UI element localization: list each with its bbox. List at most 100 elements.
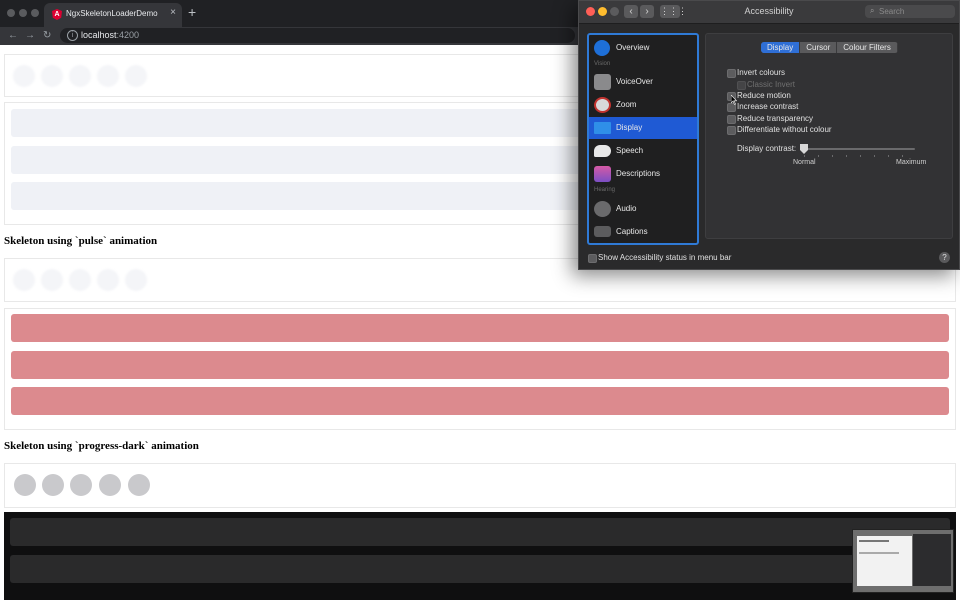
mouse-cursor-icon <box>731 95 737 105</box>
skeleton-circle <box>97 65 119 87</box>
window-close-button[interactable] <box>7 9 15 17</box>
sidebar-item-label: Speech <box>616 146 644 155</box>
pulse-skeleton-line <box>11 387 949 415</box>
skeleton-circle <box>14 474 36 496</box>
sidebar-section-hearing: Hearing <box>594 187 616 193</box>
thumbnail-line <box>859 552 899 554</box>
option-label: Classic Invert <box>747 80 796 89</box>
voiceover-icon <box>594 74 611 90</box>
sidebar-item-voiceover[interactable]: VoiceOver <box>589 71 697 93</box>
dark-skeleton-line <box>10 518 950 546</box>
skeleton-circle <box>13 65 35 87</box>
accessibility-window: ‹ › ⋮⋮⋮ Accessibility ⌕ Search Overview … <box>578 0 960 270</box>
pulse-lines-card <box>4 308 956 430</box>
pulse-skeleton-line <box>11 351 949 379</box>
slider-tick <box>888 155 889 157</box>
option-label: Increase contrast <box>737 102 799 111</box>
reload-icon[interactable]: ↻ <box>43 29 51 43</box>
help-button[interactable]: ? <box>939 252 950 263</box>
option-label: Show Accessibility status in menu bar <box>598 253 732 262</box>
speech-bubble-icon <box>594 145 611 157</box>
slider-max-label: Maximum <box>896 159 927 166</box>
invert-colours-checkbox[interactable] <box>727 69 736 78</box>
accessibility-person-icon <box>594 40 610 56</box>
tab-cursor[interactable]: Cursor <box>800 42 838 53</box>
descriptions-icon <box>594 166 611 182</box>
slider-tick <box>874 155 875 157</box>
sidebar-item-label: Overview <box>616 43 650 52</box>
classic-invert-checkbox <box>737 81 746 90</box>
differentiate-without-colour-checkbox[interactable] <box>727 126 736 135</box>
progress-dark-circles-card <box>4 463 956 508</box>
angular-icon: A <box>52 9 62 20</box>
address-bar[interactable]: i localhost:4200 <box>60 28 575 43</box>
search-placeholder: Search <box>879 7 905 16</box>
display-contrast-label: Display contrast: <box>737 144 797 153</box>
sidebar-item-label: Zoom <box>616 100 637 109</box>
thumbnail-page <box>857 536 912 586</box>
sidebar-item-overview[interactable]: Overview <box>589 37 697 59</box>
thumbnail-window <box>913 534 951 586</box>
tab-colour-filters[interactable]: Colour Filters <box>837 42 898 53</box>
info-icon[interactable]: i <box>67 30 78 41</box>
slider-tick <box>860 155 861 157</box>
slider-tick <box>846 155 847 157</box>
progress-dark-lines-card <box>4 512 956 600</box>
sidebar-item-label: Captions <box>616 227 648 236</box>
display-contrast-slider-thumb[interactable] <box>800 144 808 154</box>
screen-recording-thumbnail[interactable] <box>852 529 954 593</box>
slider-tick <box>804 155 805 157</box>
skeleton-circle <box>97 269 119 291</box>
option-label: Invert colours <box>737 68 786 77</box>
skeleton-circle <box>125 65 147 87</box>
sidebar-item-audio[interactable]: Audio <box>589 198 697 220</box>
thumbnail-line <box>859 540 889 542</box>
slider-tick <box>902 155 903 157</box>
sidebar-item-label: VoiceOver <box>616 77 653 86</box>
skeleton-circle <box>69 65 91 87</box>
skeleton-circle <box>128 474 150 496</box>
sidebar-item-descriptions[interactable]: Descriptions <box>589 163 697 185</box>
menu-bar-status-checkbox[interactable] <box>588 254 597 263</box>
forward-arrow-icon[interactable]: → <box>25 29 35 43</box>
section-heading-pulse: Skeleton using `pulse` animation <box>4 235 158 247</box>
sidebar-item-label: Display <box>616 123 643 132</box>
option-label: Reduce transparency <box>737 114 814 123</box>
sidebar-item-speech[interactable]: Speech <box>589 140 697 162</box>
close-tab-icon[interactable]: × <box>170 7 176 18</box>
search-icon: ⌕ <box>870 6 875 15</box>
display-settings-panel: Display Cursor Colour Filters Invert col… <box>705 33 953 239</box>
dark-skeleton-line <box>10 555 950 583</box>
skeleton-circle <box>125 269 147 291</box>
skeleton-circle <box>69 269 91 291</box>
slider-tick <box>832 155 833 157</box>
new-tab-icon[interactable]: + <box>188 5 196 19</box>
option-label: Reduce motion <box>737 91 791 100</box>
skeleton-circle <box>13 269 35 291</box>
skeleton-circle <box>99 474 121 496</box>
sidebar-item-zoom[interactable]: Zoom <box>589 94 697 116</box>
slider-tick <box>818 155 819 157</box>
reduce-transparency-checkbox[interactable] <box>727 115 736 124</box>
sidebar-section-vision: Vision <box>594 61 611 67</box>
sidebar-item-label: Audio <box>616 204 637 213</box>
accessibility-titlebar: ‹ › ⋮⋮⋮ Accessibility ⌕ Search <box>579 1 959 24</box>
zoom-magnifier-icon <box>594 97 611 113</box>
display-contrast-slider[interactable] <box>802 148 915 150</box>
window-minimize-button[interactable] <box>19 9 27 17</box>
skeleton-circle <box>42 474 64 496</box>
back-arrow-icon[interactable]: ← <box>8 29 18 43</box>
accessibility-sidebar: Overview Vision VoiceOver Zoom Display S… <box>587 33 699 245</box>
tab-display[interactable]: Display <box>761 42 801 53</box>
sidebar-item-captions[interactable]: Captions <box>589 221 697 243</box>
slider-min-label: Normal <box>793 159 816 166</box>
browser-tab[interactable]: A NgxSkeletonLoaderDemo × <box>44 3 182 27</box>
search-field[interactable]: ⌕ Search <box>865 5 955 18</box>
sidebar-item-display[interactable]: Display <box>589 117 697 139</box>
skeleton-circle <box>41 269 63 291</box>
tab-title: NgxSkeletonLoaderDemo <box>66 9 158 18</box>
window-zoom-button[interactable] <box>31 9 39 17</box>
captions-icon <box>594 226 611 237</box>
section-heading-progress-dark: Skeleton using `progress-dark` animation <box>4 440 199 452</box>
url-text[interactable]: localhost:4200 <box>81 30 139 40</box>
